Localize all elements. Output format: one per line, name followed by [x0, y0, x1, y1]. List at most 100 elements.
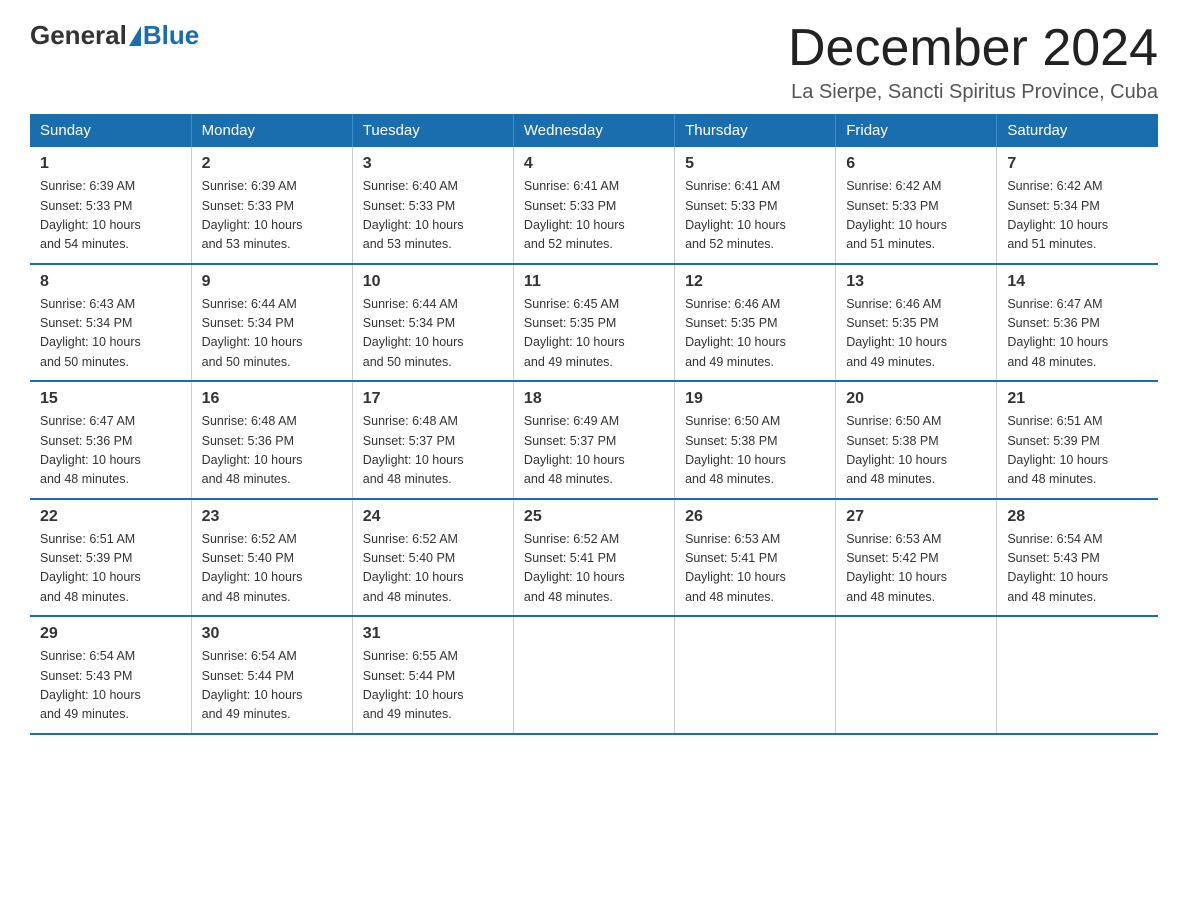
calendar-day-cell: [675, 616, 836, 734]
calendar-day-cell: 9 Sunrise: 6:44 AM Sunset: 5:34 PM Dayli…: [191, 264, 352, 382]
day-info: Sunrise: 6:46 AM Sunset: 5:35 PM Dayligh…: [846, 295, 986, 373]
calendar-week-row: 29 Sunrise: 6:54 AM Sunset: 5:43 PM Dayl…: [30, 616, 1158, 734]
day-info: Sunrise: 6:40 AM Sunset: 5:33 PM Dayligh…: [363, 177, 503, 255]
sunrise-label: Sunrise: 6:51 AM: [1007, 414, 1102, 428]
day-info: Sunrise: 6:41 AM Sunset: 5:33 PM Dayligh…: [685, 177, 825, 255]
sunset-label: Sunset: 5:44 PM: [202, 669, 294, 683]
calendar-body: 1 Sunrise: 6:39 AM Sunset: 5:33 PM Dayli…: [30, 147, 1158, 734]
day-number: 27: [846, 508, 986, 526]
location-subtitle: La Sierpe, Sancti Spiritus Province, Cub…: [788, 81, 1158, 104]
daylight-minutes: and 51 minutes.: [1007, 237, 1096, 251]
sunset-label: Sunset: 5:37 PM: [524, 434, 616, 448]
daylight-label: Daylight: 10 hours: [524, 453, 625, 467]
sunset-label: Sunset: 5:36 PM: [1007, 316, 1099, 330]
daylight-label: Daylight: 10 hours: [202, 335, 303, 349]
day-number: 4: [524, 155, 664, 173]
calendar-day-cell: 12 Sunrise: 6:46 AM Sunset: 5:35 PM Dayl…: [675, 264, 836, 382]
calendar-day-cell: 30 Sunrise: 6:54 AM Sunset: 5:44 PM Dayl…: [191, 616, 352, 734]
sunrise-label: Sunrise: 6:45 AM: [524, 297, 619, 311]
day-number: 5: [685, 155, 825, 173]
sunset-label: Sunset: 5:35 PM: [846, 316, 938, 330]
sunset-label: Sunset: 5:38 PM: [685, 434, 777, 448]
page-header: General Blue December 2024 La Sierpe, Sa…: [30, 20, 1158, 104]
day-info: Sunrise: 6:54 AM Sunset: 5:44 PM Dayligh…: [202, 647, 342, 725]
sunrise-label: Sunrise: 6:46 AM: [846, 297, 941, 311]
sunrise-label: Sunrise: 6:54 AM: [202, 649, 297, 663]
month-title: December 2024: [788, 20, 1158, 77]
daylight-label: Daylight: 10 hours: [202, 453, 303, 467]
sunset-label: Sunset: 5:43 PM: [40, 669, 132, 683]
calendar-day-cell: 8 Sunrise: 6:43 AM Sunset: 5:34 PM Dayli…: [30, 264, 191, 382]
calendar-week-row: 1 Sunrise: 6:39 AM Sunset: 5:33 PM Dayli…: [30, 147, 1158, 264]
day-number: 29: [40, 625, 181, 643]
sunset-label: Sunset: 5:34 PM: [202, 316, 294, 330]
day-info: Sunrise: 6:48 AM Sunset: 5:37 PM Dayligh…: [363, 412, 503, 490]
sunset-label: Sunset: 5:39 PM: [1007, 434, 1099, 448]
daylight-label: Daylight: 10 hours: [685, 453, 786, 467]
sunset-label: Sunset: 5:38 PM: [846, 434, 938, 448]
calendar-day-cell: 6 Sunrise: 6:42 AM Sunset: 5:33 PM Dayli…: [836, 147, 997, 264]
daylight-label: Daylight: 10 hours: [846, 335, 947, 349]
day-info: Sunrise: 6:52 AM Sunset: 5:40 PM Dayligh…: [363, 530, 503, 608]
daylight-label: Daylight: 10 hours: [40, 335, 141, 349]
calendar-table: Sunday Monday Tuesday Wednesday Thursday…: [30, 114, 1158, 735]
daylight-minutes: and 50 minutes.: [202, 355, 291, 369]
calendar-day-cell: 2 Sunrise: 6:39 AM Sunset: 5:33 PM Dayli…: [191, 147, 352, 264]
sunset-label: Sunset: 5:35 PM: [524, 316, 616, 330]
day-number: 20: [846, 390, 986, 408]
day-number: 3: [363, 155, 503, 173]
sunrise-label: Sunrise: 6:52 AM: [202, 532, 297, 546]
daylight-label: Daylight: 10 hours: [1007, 335, 1108, 349]
daylight-label: Daylight: 10 hours: [524, 335, 625, 349]
day-number: 10: [363, 273, 503, 291]
day-number: 16: [202, 390, 342, 408]
daylight-minutes: and 49 minutes.: [846, 355, 935, 369]
day-number: 18: [524, 390, 664, 408]
calendar-day-cell: 5 Sunrise: 6:41 AM Sunset: 5:33 PM Dayli…: [675, 147, 836, 264]
sunrise-label: Sunrise: 6:39 AM: [202, 179, 297, 193]
sunset-label: Sunset: 5:33 PM: [685, 199, 777, 213]
daylight-label: Daylight: 10 hours: [846, 453, 947, 467]
calendar-day-cell: 27 Sunrise: 6:53 AM Sunset: 5:42 PM Dayl…: [836, 499, 997, 617]
day-info: Sunrise: 6:51 AM Sunset: 5:39 PM Dayligh…: [1007, 412, 1148, 490]
calendar-day-cell: 19 Sunrise: 6:50 AM Sunset: 5:38 PM Dayl…: [675, 381, 836, 499]
day-info: Sunrise: 6:42 AM Sunset: 5:33 PM Dayligh…: [846, 177, 986, 255]
day-info: Sunrise: 6:44 AM Sunset: 5:34 PM Dayligh…: [363, 295, 503, 373]
sunset-label: Sunset: 5:33 PM: [202, 199, 294, 213]
daylight-minutes: and 49 minutes.: [40, 707, 129, 721]
daylight-label: Daylight: 10 hours: [40, 688, 141, 702]
daylight-minutes: and 50 minutes.: [40, 355, 129, 369]
sunrise-label: Sunrise: 6:46 AM: [685, 297, 780, 311]
daylight-minutes: and 52 minutes.: [524, 237, 613, 251]
sunset-label: Sunset: 5:41 PM: [524, 551, 616, 565]
daylight-minutes: and 53 minutes.: [202, 237, 291, 251]
calendar-day-cell: 15 Sunrise: 6:47 AM Sunset: 5:36 PM Dayl…: [30, 381, 191, 499]
calendar-day-cell: 21 Sunrise: 6:51 AM Sunset: 5:39 PM Dayl…: [997, 381, 1158, 499]
header-thursday: Thursday: [675, 114, 836, 147]
calendar-day-cell: 1 Sunrise: 6:39 AM Sunset: 5:33 PM Dayli…: [30, 147, 191, 264]
daylight-label: Daylight: 10 hours: [40, 218, 141, 232]
daylight-minutes: and 50 minutes.: [363, 355, 452, 369]
calendar-day-cell: [513, 616, 674, 734]
day-info: Sunrise: 6:51 AM Sunset: 5:39 PM Dayligh…: [40, 530, 181, 608]
daylight-label: Daylight: 10 hours: [202, 570, 303, 584]
sunrise-label: Sunrise: 6:41 AM: [524, 179, 619, 193]
day-info: Sunrise: 6:53 AM Sunset: 5:41 PM Dayligh…: [685, 530, 825, 608]
daylight-minutes: and 48 minutes.: [524, 590, 613, 604]
sunrise-label: Sunrise: 6:50 AM: [846, 414, 941, 428]
daylight-label: Daylight: 10 hours: [685, 218, 786, 232]
logo: General Blue: [30, 20, 199, 51]
daylight-minutes: and 52 minutes.: [685, 237, 774, 251]
daylight-minutes: and 48 minutes.: [846, 590, 935, 604]
sunrise-label: Sunrise: 6:55 AM: [363, 649, 458, 663]
calendar-week-row: 15 Sunrise: 6:47 AM Sunset: 5:36 PM Dayl…: [30, 381, 1158, 499]
header-monday: Monday: [191, 114, 352, 147]
sunrise-label: Sunrise: 6:52 AM: [363, 532, 458, 546]
daylight-label: Daylight: 10 hours: [40, 453, 141, 467]
day-info: Sunrise: 6:54 AM Sunset: 5:43 PM Dayligh…: [40, 647, 181, 725]
day-info: Sunrise: 6:49 AM Sunset: 5:37 PM Dayligh…: [524, 412, 664, 490]
sunset-label: Sunset: 5:34 PM: [1007, 199, 1099, 213]
calendar-day-cell: 7 Sunrise: 6:42 AM Sunset: 5:34 PM Dayli…: [997, 147, 1158, 264]
day-info: Sunrise: 6:46 AM Sunset: 5:35 PM Dayligh…: [685, 295, 825, 373]
sunset-label: Sunset: 5:36 PM: [202, 434, 294, 448]
